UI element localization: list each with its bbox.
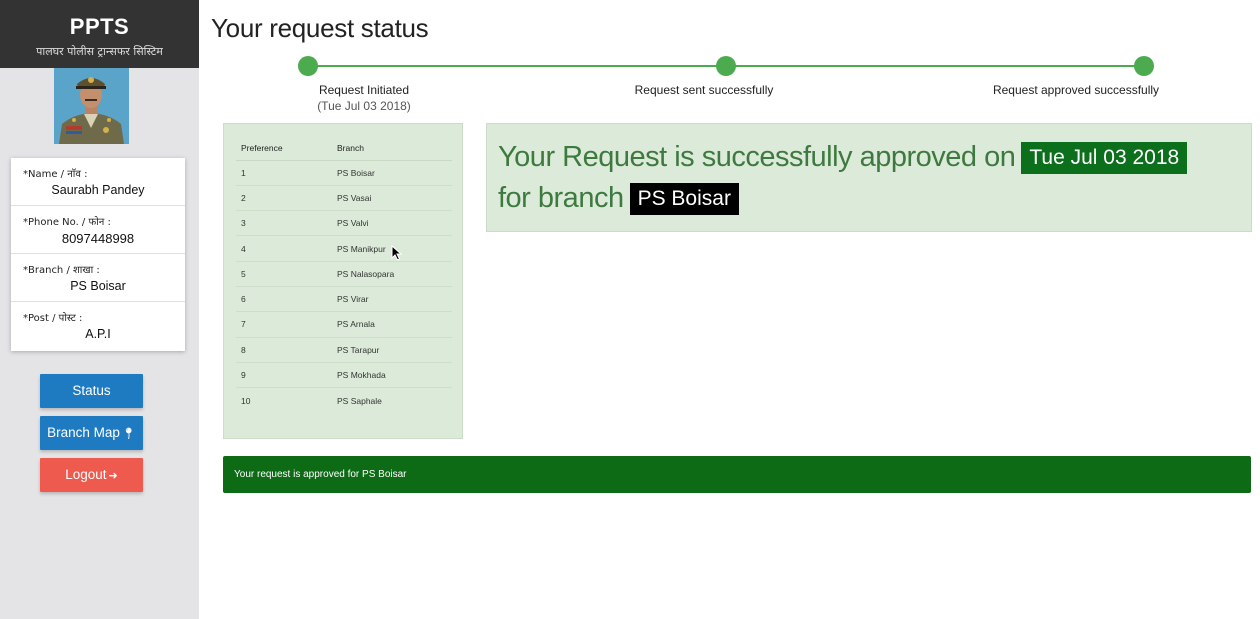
branch-label: *Branch / शाखा : [23,265,100,276]
preference-branch: PS Saphale [337,395,382,406]
step-1-label: Request Initiated (Tue Jul 03 2018) [304,83,424,113]
column-header-branch: Branch [332,137,452,161]
table-row: 4 PS Manikpur [236,235,452,262]
profile-post: *Post / पोस्ट : A.P.I [11,302,185,350]
profile-phone: *Phone No. / फोन : 8097448998 [11,206,185,254]
preference-branch: PS Boisar [332,160,452,186]
brand-subtitle: पालघर पोलीस ट्रान्सफर सिस्टिम [36,45,163,58]
avatar [54,68,129,144]
approval-text: Your Request is successfully approved on [498,141,1016,173]
table-row: 2 PS Vasai [236,185,452,212]
brand-title: PPTS [69,14,130,39]
profile-name: *Name / नाॅव : Saurabh Pandey [11,158,185,206]
branch-value: PS Boisar [70,279,126,293]
preference-number: 3 [236,210,332,237]
table-row: 5 PS Nalasopara [236,261,452,287]
profile-card: *Name / नाॅव : Saurabh Pandey *Phone No.… [11,158,185,351]
preference-number: 7 [236,311,332,338]
branch-map-button-label: Branch Map [47,425,120,440]
approval-line-2: for branch PS Boisar [498,182,739,216]
preference-branch: PS Tarapur [332,337,452,363]
logout-button[interactable]: Logout ➜ [40,458,143,492]
preference-number: 9 [236,362,332,389]
preference-branch: PS Arnala [332,311,452,338]
profile-branch: *Branch / शाखा : PS Boisar [11,254,185,302]
post-label: *Post / पोस्ट : [23,313,83,324]
post-value: A.P.I [85,327,111,341]
preferences-table: Preference Branch 1 PS Boisar 2 PS Vasai 3… [236,137,452,413]
preference-number: 10 [241,395,251,406]
step-3-indicator [1134,56,1154,76]
step-2-label: Request sent successfully [634,83,774,97]
table-row: 7 PS Arnala [236,311,452,338]
name-label: *Name / नाॅव : [23,169,88,180]
preferences-panel: Preference Branch 1 PS Boisar 2 PS Vasai 3… [223,123,463,439]
preference-number: 8 [236,337,332,363]
table-header-row: Preference Branch [236,137,452,161]
step-1-indicator [298,56,318,76]
preference-branch: PS Virar [332,286,452,313]
approval-banner: Your request is approved for PS Boisar [223,456,1251,493]
column-header-preference: Preference [236,137,332,161]
step-2-indicator [716,56,736,76]
status-button[interactable]: Status [40,374,143,408]
preference-number: 6 [236,286,332,313]
preference-number: 4 [236,235,332,262]
step-1-date: (Tue Jul 03 2018) [317,99,411,113]
preference-branch: PS Nalasopara [332,261,452,287]
preference-number: 1 [236,160,332,186]
map-marker-icon: 📍︎ [121,427,136,440]
page-title: Your request status [211,13,429,43]
table-row: 6 PS Virar [236,286,452,313]
approval-date-badge: Tue Jul 03 2018 [1021,142,1188,175]
table-row: 8 PS Tarapur [236,337,452,363]
table-row: 10 PS Saphale [236,388,452,413]
logout-button-label: Logout [65,467,107,482]
step-3-label: Request approved successfully [992,83,1160,97]
preference-branch: PS Mokhada [332,362,452,389]
table-row: 9 PS Mokhada [236,362,452,389]
phone-value: 8097448998 [61,231,135,246]
table-row: 1 PS Boisar [236,160,452,186]
approval-line-1: Your Request is successfully approved on… [498,141,1188,175]
status-button-label: Status [72,383,111,398]
brand-header: PPTS पालघर पोलीस ट्रान्सफर सिस्टिम [0,0,199,68]
approval-panel: Your Request is successfully approved on… [486,123,1252,232]
step-1-title: Request Initiated [318,83,410,97]
preference-branch: PS Vasai [332,185,452,212]
phone-label: *Phone No. / फोन : [23,217,111,228]
approval-branch-badge: PS Boisar [629,183,739,216]
sidebar: PPTS पालघर पोलीस ट्रान्सफर सिस्टिम *Name… [0,0,199,619]
preference-branch: PS Valvi [332,210,452,237]
mouse-pointer-icon [391,245,403,261]
branch-map-button[interactable]: Branch Map 📍︎ [40,416,143,450]
preference-number: 2 [236,185,332,212]
name-value: Saurabh Pandey [51,183,145,197]
approval-branch-text: for branch [498,182,624,214]
sign-out-icon: ➜ [108,469,118,482]
preference-number: 5 [236,261,332,287]
table-row: 3 PS Valvi [236,210,452,237]
